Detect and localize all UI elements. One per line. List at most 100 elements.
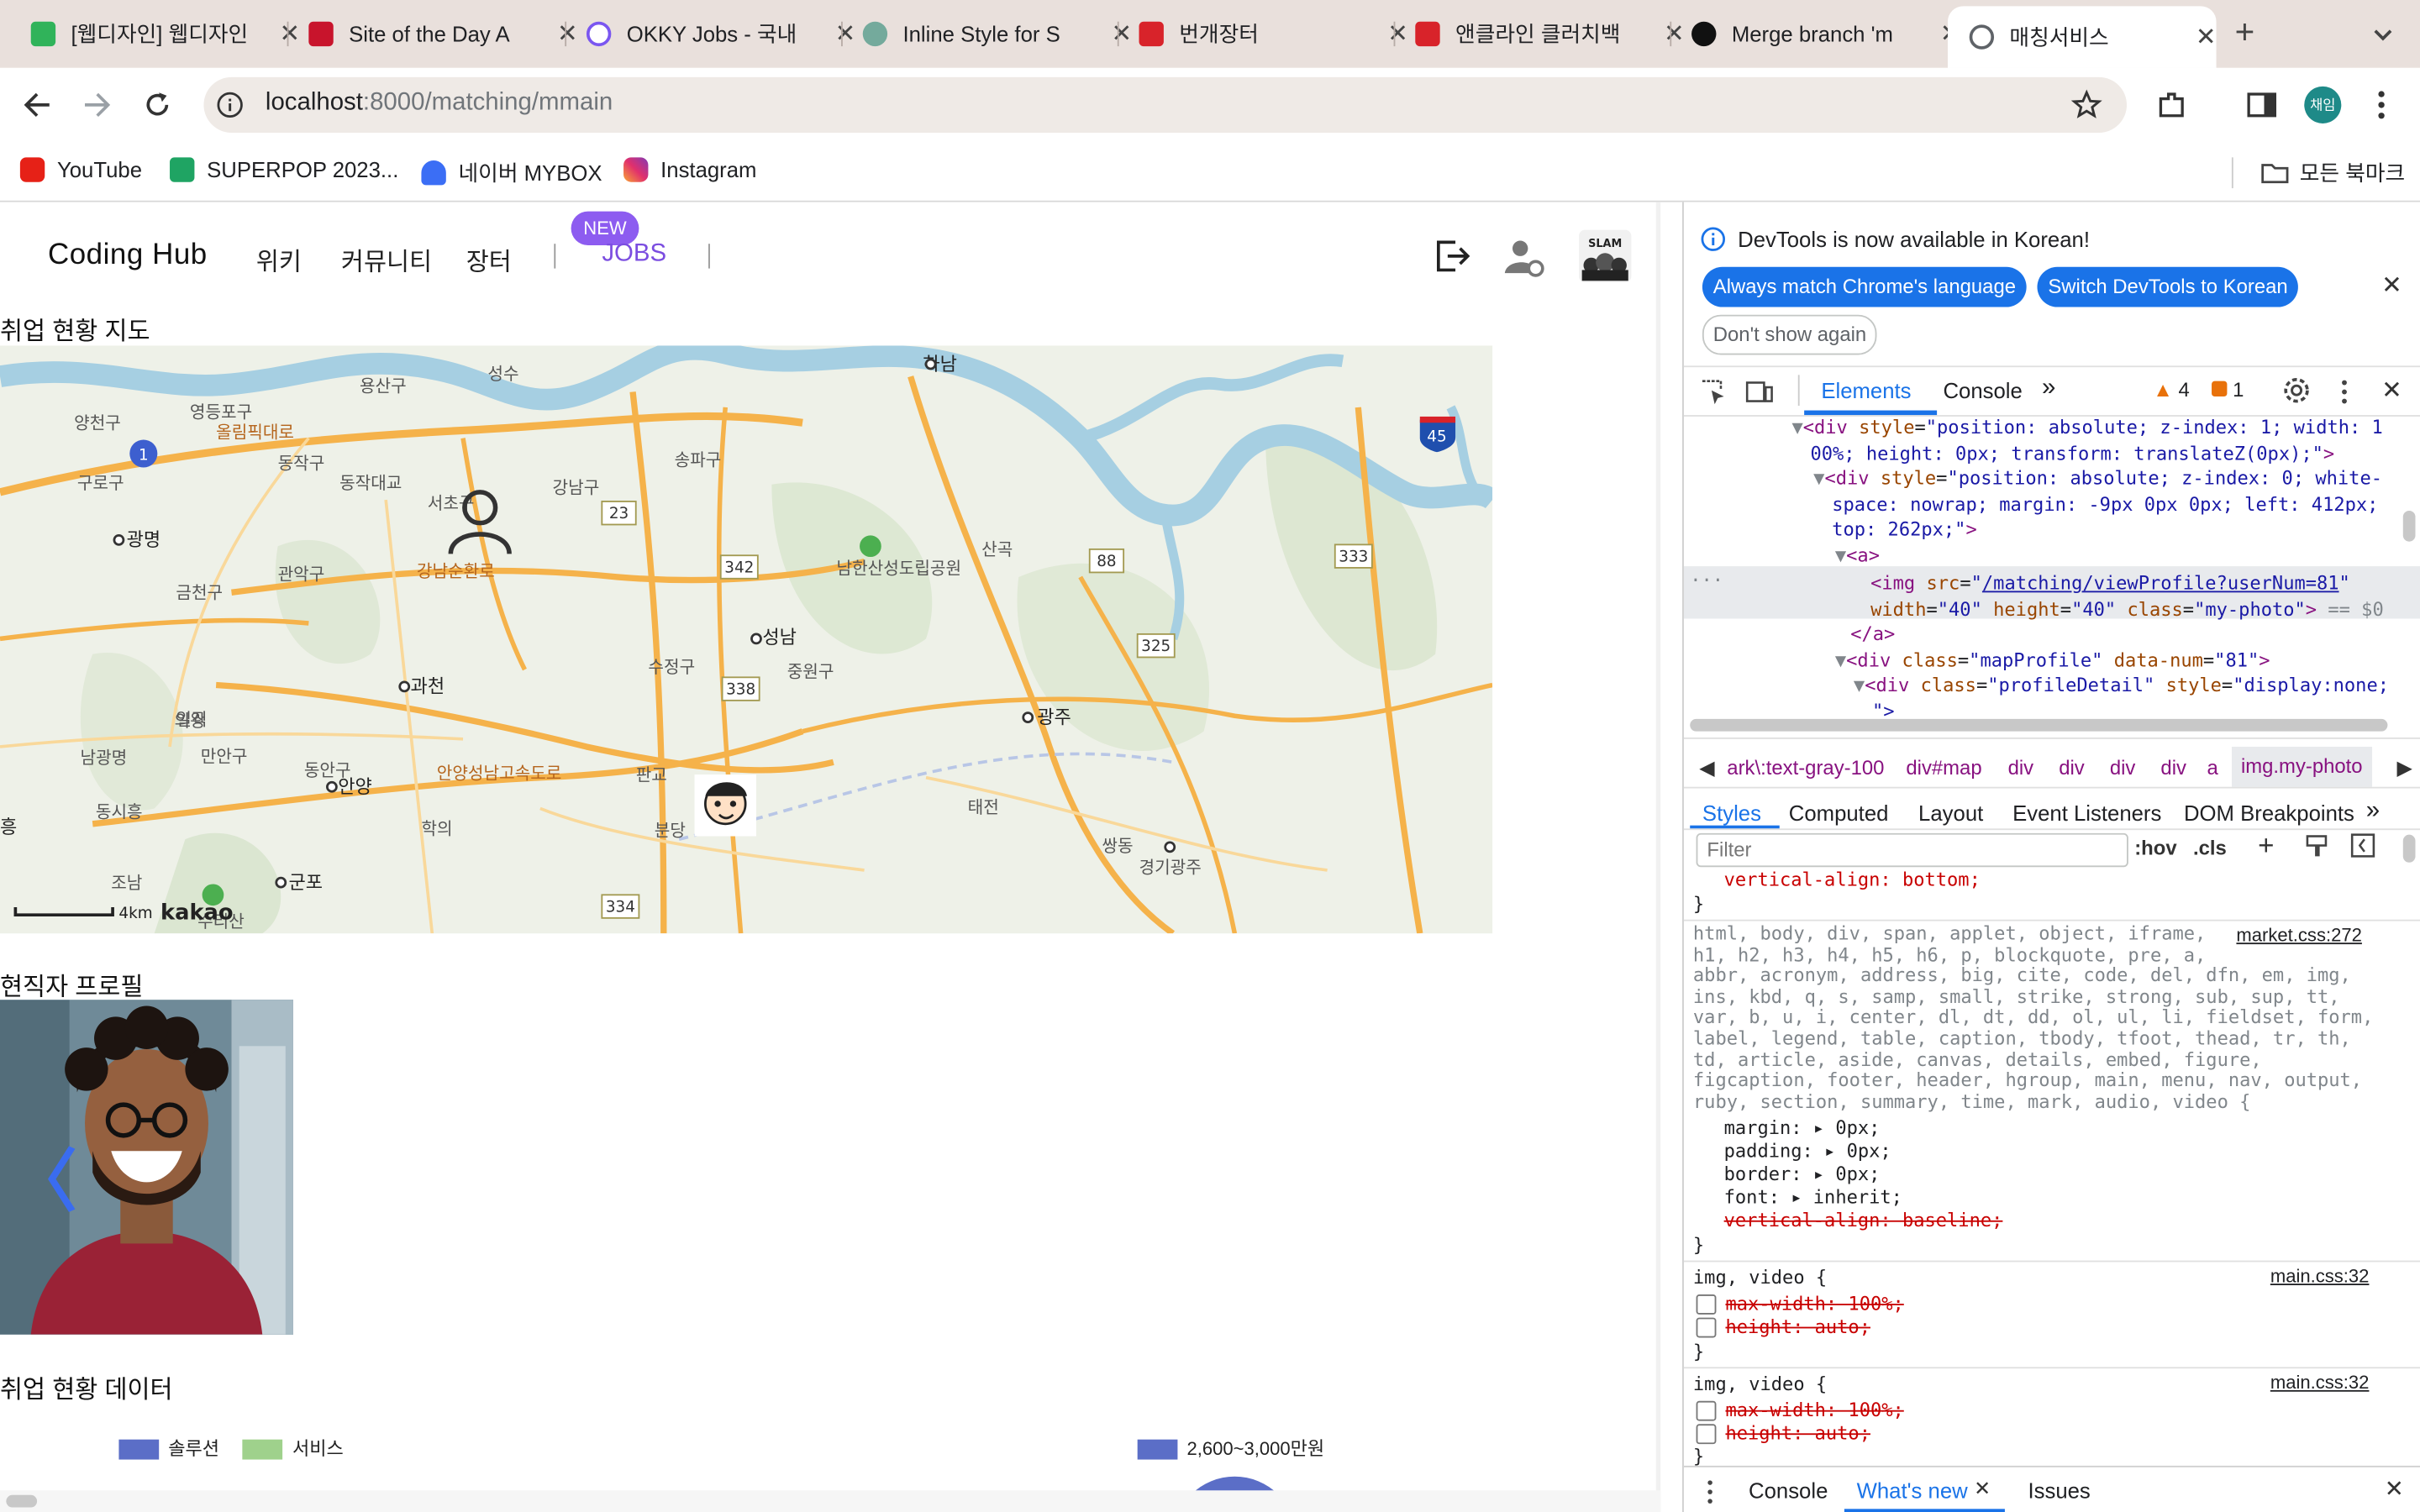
user-settings-icon[interactable]	[1503, 236, 1546, 279]
logout-icon[interactable]	[1432, 236, 1472, 276]
nav-community[interactable]: 커뮤니티	[341, 241, 432, 278]
subtab-computed[interactable]: Computed	[1789, 801, 1889, 825]
drawer-tab-whats-new[interactable]: What's new	[1857, 1478, 1968, 1503]
crumb-item[interactable]: a	[2207, 756, 2218, 780]
toggle-checkbox[interactable]	[1696, 1294, 1717, 1315]
reload-icon[interactable]	[142, 90, 173, 121]
toggle-sidebar-icon[interactable]	[2350, 833, 2375, 858]
menu-kebab-icon[interactable]	[2374, 90, 2389, 121]
bookmark-superpop[interactable]: SUPERPOP 2023...	[170, 157, 398, 182]
user-avatar-image[interactable]: SLAM	[1576, 227, 1634, 286]
drawer-tab-issues[interactable]: Issues	[2028, 1478, 2090, 1503]
tab-1[interactable]: [웹디자인] 웹디자인 ✕	[9, 9, 300, 59]
bookmark-youtube[interactable]: YouTube	[19, 157, 142, 182]
inspect-element-icon[interactable]	[1699, 378, 1727, 406]
styles-pane[interactable]: vertical-align: bottom; } html, body, di…	[1683, 867, 2420, 1466]
tab-title: 매칭서비스	[2009, 24, 2109, 50]
toggle-checkbox[interactable]	[1696, 1400, 1717, 1421]
horizontal-scrollbar[interactable]	[0, 1490, 1661, 1512]
drawer-menu-icon[interactable]	[1706, 1479, 1715, 1504]
crumb-item[interactable]: div	[2059, 756, 2085, 780]
switch-korean-button[interactable]: Switch DevTools to Korean	[2037, 266, 2299, 307]
toggle-checkbox[interactable]	[1696, 1317, 1717, 1338]
more-subtabs-icon[interactable]: »	[2366, 798, 2380, 826]
profile-prev-arrow-icon[interactable]: 〈	[9, 1126, 77, 1226]
tab-7[interactable]: Merge branch 'm ✕	[1670, 9, 1960, 59]
main-css-link[interactable]: main.css:32	[2270, 1372, 2370, 1394]
legend-service[interactable]: 서비스	[292, 1438, 344, 1460]
dom-tree[interactable]: ▼<div style="position: absolute; z-index…	[1683, 415, 2420, 716]
device-toolbar-icon[interactable]	[1745, 378, 1773, 406]
subtab-layout[interactable]: Layout	[1918, 801, 1983, 825]
site-logo[interactable]: Coding Hub	[48, 239, 208, 273]
youtube-icon	[19, 157, 45, 182]
market-css-link[interactable]: market.css:272	[2236, 924, 2361, 946]
svg-text:안양: 안양	[338, 777, 372, 798]
devtools-menu-icon[interactable]	[2338, 378, 2351, 406]
styles-filter-input[interactable]: Filter	[1696, 832, 2128, 868]
bookmark-mybox[interactable]: 네이버 MYBOX	[421, 157, 602, 188]
nav-wiki[interactable]: 위키	[256, 241, 302, 278]
legend-salary[interactable]: 2,600~3,000만원	[1186, 1438, 1324, 1460]
cls-toggle[interactable]: .cls	[2193, 837, 2227, 860]
nav-market[interactable]: 장터	[466, 241, 512, 278]
all-bookmarks[interactable]: 모든 북마크	[2260, 157, 2405, 188]
address-bar[interactable]: localhost:8000/matching/mmain	[203, 76, 2128, 133]
tab-4[interactable]: Inline Style for S ✕	[841, 9, 1132, 59]
subtab-dom-breakpoints[interactable]: DOM Breakpoints	[2184, 801, 2354, 825]
tab-console[interactable]: Console	[1943, 378, 2022, 402]
tab-2[interactable]: Site of the Day A ✕	[287, 9, 578, 59]
drawer-tab-close-icon[interactable]: ✕	[1974, 1477, 1991, 1501]
svg-text:동작대교: 동작대교	[339, 473, 402, 493]
more-tabs-icon[interactable]: »	[2042, 375, 2055, 402]
kakao-map[interactable]: 하남 용산구 성수 양천구 영등포구 올림픽대로 동작구 구로구 서초구 강남구…	[0, 345, 1493, 934]
tab-close-icon[interactable]: ✕	[2196, 22, 2217, 53]
tab-8-active[interactable]: 매칭서비스 ✕	[1947, 6, 2217, 68]
back-icon[interactable]	[22, 91, 53, 118]
extensions-icon[interactable]	[2156, 90, 2190, 121]
crumb-item[interactable]: div	[2160, 756, 2186, 780]
dom-scrollbar[interactable]	[1690, 718, 2388, 732]
profile-avatar[interactable]: 채임	[2304, 86, 2342, 123]
bookmark-star-icon[interactable]	[2070, 89, 2102, 121]
crumb-item[interactable]: ark\:text-gray-100	[1727, 756, 1884, 780]
tab-search-icon[interactable]	[2370, 22, 2395, 46]
subtab-event-listeners[interactable]: Event Listeners	[2012, 801, 2161, 825]
devtools-close-icon[interactable]: ✕	[2381, 375, 2402, 406]
new-tab-button[interactable]: +	[2235, 13, 2255, 53]
tab-3[interactable]: OKKY Jobs - 국내 ✕	[565, 9, 855, 59]
devtools-drawer: Console What's new ✕ Issues ✕	[1683, 1465, 2420, 1512]
forward-icon[interactable]	[82, 91, 113, 118]
banner-close-icon[interactable]: ✕	[2381, 270, 2402, 301]
toggle-checkbox[interactable]	[1696, 1424, 1717, 1445]
warnings-count[interactable]: ▲ 4	[2153, 378, 2190, 402]
bookmark-instagram[interactable]: Instagram	[623, 157, 756, 182]
new-style-rule-icon[interactable]: +	[2258, 830, 2274, 863]
svg-text:일직: 일직	[176, 709, 207, 729]
crumb-item-selected[interactable]: img.my-photo	[2231, 746, 2372, 787]
crumb-item[interactable]: div	[2008, 756, 2034, 780]
nav-jobs[interactable]: JOBS	[602, 241, 666, 269]
settings-gear-icon[interactable]	[2283, 376, 2311, 404]
crumb-item[interactable]: div#map	[1906, 756, 1981, 780]
legend-solution[interactable]: 솔루션	[168, 1438, 219, 1460]
professional-profile-photo[interactable]: 〈	[0, 1000, 293, 1335]
crumb-item[interactable]: div	[2110, 756, 2136, 780]
drawer-close-icon[interactable]: ✕	[2385, 1475, 2404, 1503]
tab-5[interactable]: 번개장터 ✕	[1118, 9, 1408, 59]
issues-count[interactable]: 1	[2212, 378, 2244, 402]
match-language-button[interactable]: Always match Chrome's language	[1702, 266, 2027, 307]
drawer-tab-console[interactable]: Console	[1749, 1478, 1828, 1503]
element-breadcrumb: ◀ ark\:text-gray-100 div#map div div div…	[1684, 746, 2420, 787]
side-panel-icon[interactable]	[2247, 91, 2278, 118]
subtab-styles[interactable]: Styles	[1702, 801, 1761, 825]
hov-toggle[interactable]: :hov	[2134, 837, 2176, 860]
banner-text: DevTools is now available in Korean!	[1738, 227, 2090, 252]
svg-text:판교: 판교	[636, 764, 667, 785]
site-info-icon[interactable]	[216, 91, 244, 118]
tab-elements[interactable]: Elements	[1821, 378, 1911, 402]
tab-6[interactable]: 앤클라인 클러치백 ✕	[1394, 9, 1685, 59]
main-css-link[interactable]: main.css:32	[2270, 1265, 2370, 1287]
paint-brush-icon[interactable]	[2304, 833, 2328, 858]
dont-show-again-button[interactable]: Don't show again	[1702, 314, 1878, 355]
